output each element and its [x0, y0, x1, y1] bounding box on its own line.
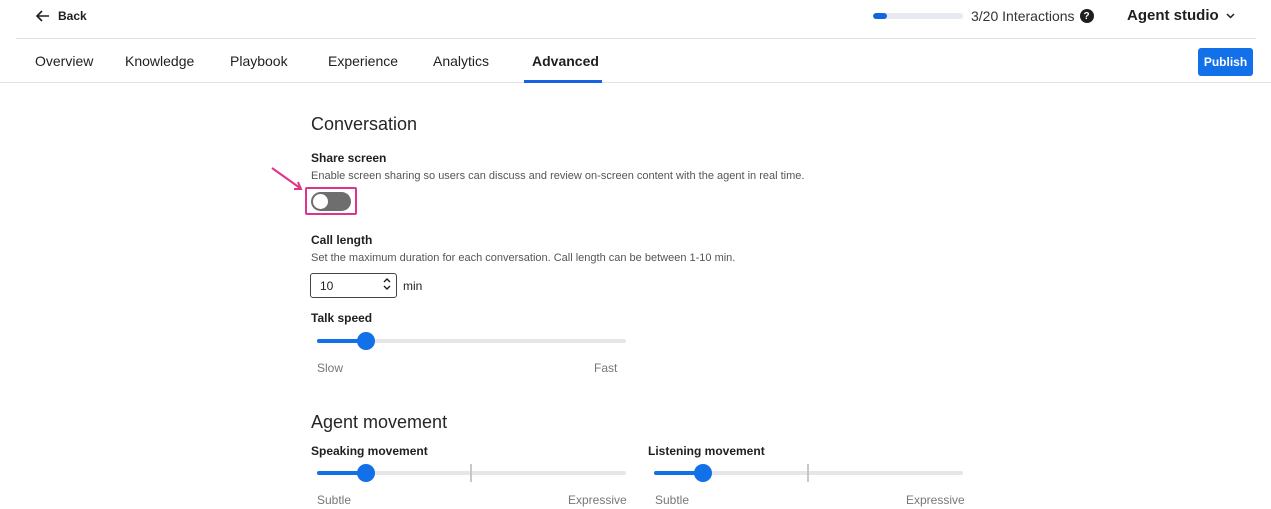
active-tab-indicator: [524, 80, 602, 83]
conversation-heading: Conversation: [311, 114, 418, 134]
back-button[interactable]: Back: [36, 9, 87, 23]
slider-thumb[interactable]: [694, 464, 712, 482]
call-length-unit: min: [403, 279, 423, 293]
slider-thumb[interactable]: [357, 464, 375, 482]
back-label: Back: [58, 9, 87, 23]
workspace-menu[interactable]: Agent studio: [1127, 7, 1235, 24]
tab-experience[interactable]: Experience: [328, 53, 398, 69]
talk-speed-label: Talk speed: [311, 311, 373, 325]
stepper-arrows[interactable]: [383, 277, 391, 291]
speaking-max-label: Expressive: [568, 493, 627, 507]
call-length-label: Call length: [311, 233, 373, 247]
interactions-progress-fill: [873, 13, 887, 19]
chevron-down-icon: [1226, 12, 1235, 19]
tab-analytics[interactable]: Analytics: [433, 53, 489, 69]
share-screen-label: Share screen: [311, 151, 387, 165]
toggle-knob: [313, 194, 328, 209]
tab-overview[interactable]: Overview: [35, 53, 93, 69]
share-screen-description: Enable screen sharing so users can discu…: [311, 170, 805, 182]
help-icon[interactable]: ?: [1079, 9, 1094, 23]
interactions-progress-bar: [873, 13, 963, 19]
speaking-movement-label: Speaking movement: [311, 444, 428, 458]
publish-button[interactable]: Publish: [1198, 48, 1253, 76]
arrow-left-icon: [36, 10, 49, 22]
slider-midpoint-tick: [807, 464, 809, 482]
listening-max-label: Expressive: [906, 493, 965, 507]
speaking-movement-slider[interactable]: [317, 463, 626, 483]
tab-playbook[interactable]: Playbook: [230, 53, 288, 69]
tab-knowledge[interactable]: Knowledge: [125, 53, 194, 69]
interactions-label: 3/20 Interactions: [971, 8, 1075, 24]
listening-movement-label: Listening movement: [648, 444, 765, 458]
talk-speed-slider[interactable]: [317, 331, 626, 351]
slider-thumb[interactable]: [357, 332, 375, 350]
slider-midpoint-tick: [470, 464, 472, 482]
top-bar: Back 3/20 Interactions ? Agent studio: [0, 0, 1271, 38]
listening-movement-slider[interactable]: [654, 463, 963, 483]
speaking-min-label: Subtle: [317, 493, 352, 507]
annotation-arrow-icon: [271, 167, 303, 190]
call-length-input[interactable]: [311, 278, 371, 293]
tab-advanced[interactable]: Advanced: [532, 53, 599, 69]
tab-bar: Overview Knowledge Playbook Experience A…: [0, 39, 1271, 83]
chevron-up-icon[interactable]: [383, 277, 391, 284]
workspace-label: Agent studio: [1127, 7, 1219, 24]
call-length-stepper[interactable]: [310, 273, 397, 298]
call-length-description: Set the maximum duration for each conver…: [311, 252, 736, 264]
talk-speed-min-label: Slow: [317, 361, 344, 375]
listening-min-label: Subtle: [655, 493, 690, 507]
talk-speed-max-label: Fast: [594, 361, 618, 375]
share-screen-toggle[interactable]: [311, 192, 351, 211]
interactions-counter: 3/20 Interactions ?: [971, 8, 1094, 24]
agent-movement-heading: Agent movement: [311, 412, 448, 432]
chevron-down-icon[interactable]: [383, 284, 391, 291]
